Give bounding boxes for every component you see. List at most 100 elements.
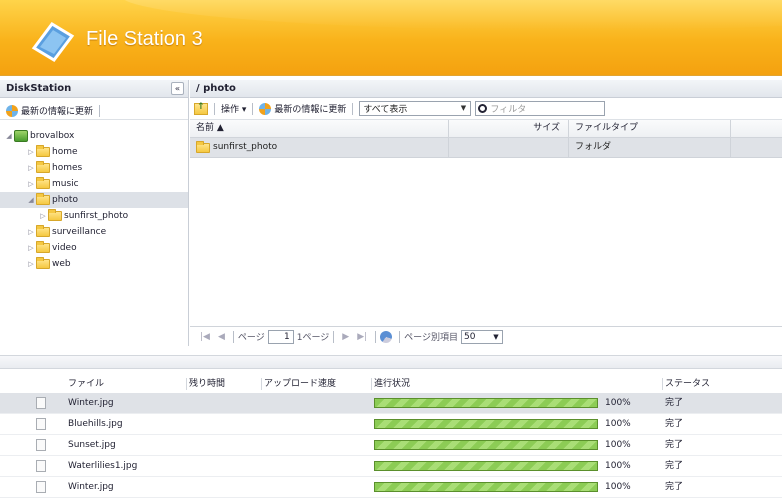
pager-divider <box>399 330 401 343</box>
column-header-file: ファイル <box>68 379 105 389</box>
expand-arrow-icon[interactable]: ▷ <box>26 228 36 236</box>
progress-bar <box>374 419 598 429</box>
toolbar-divider <box>352 102 354 115</box>
expand-arrow-icon[interactable]: ▷ <box>26 244 36 252</box>
pager-divider <box>333 330 335 343</box>
folder-icon <box>36 241 50 253</box>
progress-text: 100% <box>605 482 631 492</box>
tree-item-label: photo <box>52 195 78 205</box>
folder-icon <box>36 177 50 189</box>
transfer-file-name: Sunset.jpg <box>68 440 116 450</box>
transfer-row[interactable]: Winter.jpg 100% 完了 <box>0 477 782 498</box>
per-page-select[interactable]: 50 ▼ <box>460 329 503 344</box>
refresh-icon[interactable] <box>259 102 272 115</box>
filter-input[interactable]: フィルタ <box>475 101 606 116</box>
transfer-file-name: Bluehills.jpg <box>68 419 123 429</box>
left-panel-header: DiskStation « <box>0 80 188 98</box>
file-station-logo-icon <box>31 22 75 62</box>
view-filter-select[interactable]: すべて表示 ▼ <box>359 101 472 116</box>
collapse-arrow-icon[interactable]: ◢ <box>4 132 14 140</box>
tree-item-brovalbox[interactable]: ◢ brovalbox <box>0 128 188 144</box>
chevron-down-icon[interactable]: ▼ <box>456 102 470 115</box>
transfer-row[interactable]: Waterlilies1.jpg 100% 完了 <box>0 456 782 477</box>
column-header-speed: アップロード速度 <box>264 379 337 389</box>
file-row[interactable]: sunfirst_photo フォルダ <box>190 138 782 158</box>
column-header-progress: 進行状況 <box>374 379 411 389</box>
tree-item-label: web <box>52 259 71 269</box>
next-page-icon[interactable]: ▶ <box>342 332 349 342</box>
per-page-label: ページ別項目 <box>404 333 458 343</box>
refresh-button[interactable]: 最新の情報に更新 <box>274 102 346 115</box>
refresh-icon[interactable] <box>6 104 18 117</box>
folder-icon <box>36 225 50 237</box>
tree-item-label: homes <box>52 163 83 173</box>
expand-arrow-icon[interactable]: ▷ <box>26 164 36 172</box>
file-grid-header: 名前 ▲ サイズ ファイルタイプ <box>190 120 782 138</box>
transfer-row[interactable]: Bluehills.jpg 100% 完了 <box>0 414 782 435</box>
column-header-name[interactable]: 名前 ▲ <box>190 120 449 137</box>
host-icon <box>14 130 28 142</box>
refresh-button[interactable]: 最新の情報に更新 <box>21 104 93 117</box>
collapse-button[interactable]: « <box>171 82 184 95</box>
expand-arrow-icon[interactable]: ▷ <box>26 180 36 188</box>
transfer-file-name: Winter.jpg <box>68 398 114 408</box>
column-header-size[interactable]: サイズ <box>449 120 569 137</box>
tree-item-web[interactable]: ▷ web <box>0 256 188 272</box>
file-toolbar: 操作 ▾ 最新の情報に更新 すべて表示 ▼ フィルタ <box>190 98 782 120</box>
tree-item-music[interactable]: ▷ music <box>0 176 188 192</box>
page-number-input[interactable]: 1 <box>267 329 294 344</box>
file-icon <box>36 397 46 409</box>
tree-item-sunfirst-photo[interactable]: ▷ sunfirst_photo <box>0 208 188 224</box>
status-text: 完了 <box>665 440 684 450</box>
progress-text: 100% <box>605 440 631 450</box>
expand-arrow-icon[interactable]: ▷ <box>26 148 36 156</box>
tree-item-label: home <box>52 147 78 157</box>
transfer-splitter[interactable] <box>0 355 782 369</box>
progress-bar <box>374 398 598 408</box>
pagination-bar: |◀ ◀ ページ 1 1ページ ▶ ▶| ページ別項目 50 ▼ <box>190 326 782 346</box>
column-divider <box>186 378 187 390</box>
column-header-type[interactable]: ファイルタイプ <box>569 120 731 137</box>
tree-item-home[interactable]: ▷ home <box>0 144 188 160</box>
file-name-cell[interactable]: sunfirst_photo <box>190 138 449 157</box>
per-page-value: 50 <box>463 331 476 342</box>
status-text: 完了 <box>665 461 684 471</box>
app-title: File Station 3 <box>86 28 203 50</box>
prev-page-icon[interactable]: ◀ <box>218 332 225 342</box>
file-icon <box>36 460 46 472</box>
left-panel-title: DiskStation <box>6 83 72 94</box>
transfer-row[interactable]: Sunset.jpg 100% 完了 <box>0 435 782 456</box>
progress-text: 100% <box>605 398 631 408</box>
reload-icon[interactable] <box>380 330 393 343</box>
column-header-empty <box>731 120 782 137</box>
chevron-down-icon[interactable]: ▼ <box>490 333 502 341</box>
folder-icon <box>36 145 50 157</box>
toolbar-divider <box>214 102 215 115</box>
file-icon <box>36 481 46 493</box>
column-header-remaining: 残り時間 <box>189 379 226 389</box>
action-menu-button[interactable]: 操作 ▾ <box>221 102 246 115</box>
expand-arrow-icon[interactable]: ▷ <box>26 260 36 268</box>
tree-item-surveillance[interactable]: ▷ surveillance <box>0 224 188 240</box>
open-folder-icon <box>36 193 50 205</box>
filter-placeholder: フィルタ <box>490 105 527 115</box>
status-text: 完了 <box>665 419 684 429</box>
collapse-arrow-icon[interactable]: ◢ <box>26 196 36 204</box>
page-of-label: 1ページ <box>296 333 330 343</box>
expand-arrow-icon[interactable]: ▷ <box>38 212 48 220</box>
parent-folder-icon[interactable] <box>194 102 208 115</box>
tree-item-homes[interactable]: ▷ homes <box>0 160 188 176</box>
progress-text: 100% <box>605 419 631 429</box>
folder-icon <box>196 140 210 153</box>
transfer-row[interactable]: Winter.jpg 100% 完了 <box>0 393 782 414</box>
tree-item-label: sunfirst_photo <box>64 211 129 221</box>
progress-bar <box>374 461 598 471</box>
last-page-icon[interactable]: ▶| <box>357 332 367 342</box>
file-icon <box>36 418 46 430</box>
tree-item-photo[interactable]: ◢ photo <box>0 192 188 208</box>
folder-icon <box>48 209 62 221</box>
left-panel: DiskStation « 最新の情報に更新 ◢ brovalbox ▷ hom… <box>0 80 189 346</box>
first-page-icon[interactable]: |◀ <box>200 332 210 342</box>
tree-item-video[interactable]: ▷ video <box>0 240 188 256</box>
tree-item-label: video <box>52 243 77 253</box>
